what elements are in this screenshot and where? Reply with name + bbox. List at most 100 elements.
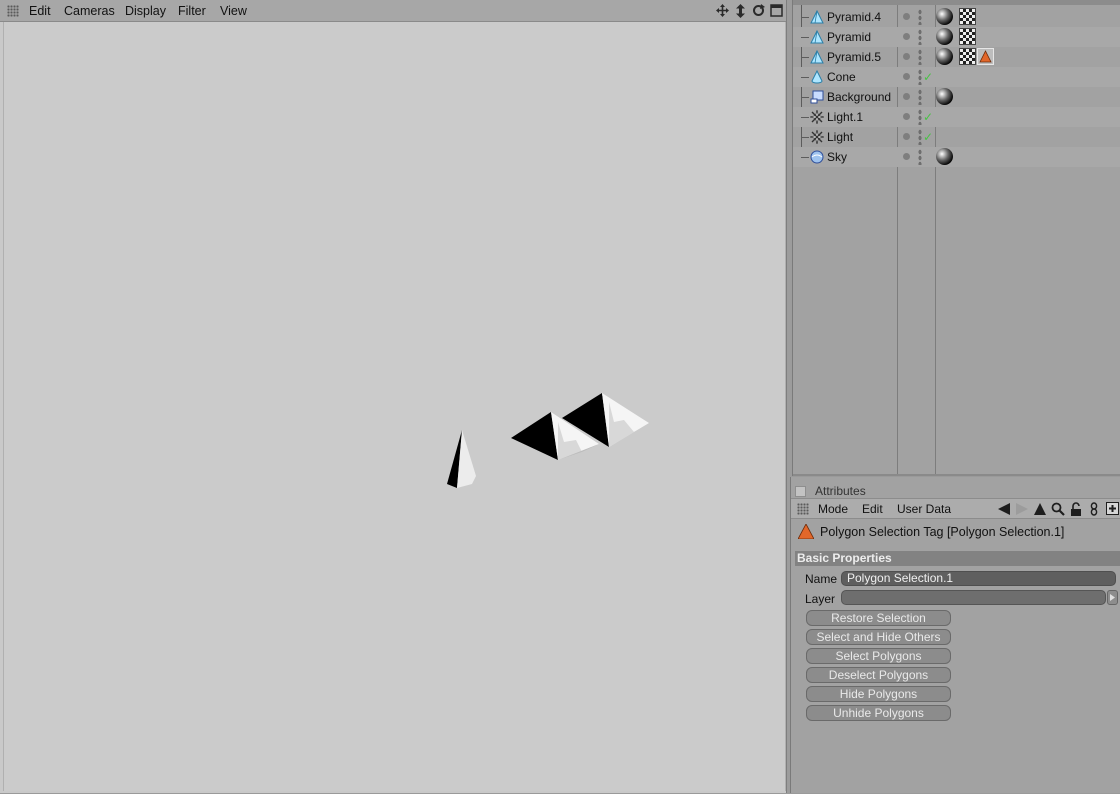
attributes-panel-checkbox[interactable] [795,486,806,497]
object-manager-header-strip [793,0,1120,5]
layer-field[interactable] [841,590,1106,605]
link-icon[interactable] [1087,501,1101,516]
viewport-canvas[interactable] [3,22,786,791]
tree-branch [801,17,809,18]
render-visibility-dots[interactable] [918,69,922,85]
material-tag-icon[interactable] [936,28,953,45]
unhide-polygons-button[interactable]: Unhide Polygons [806,705,951,721]
attributes-manager: Attributes Mode Edit User Data Polygon S… [790,477,1120,793]
attributes-title: Attributes [815,484,866,498]
object-row[interactable]: Light.1 ✓ [793,107,1120,127]
object-name[interactable]: Sky [827,150,847,164]
scene-render [447,393,649,488]
editor-visibility-dot[interactable] [903,153,910,160]
cone-icon[interactable] [810,69,824,84]
object-row[interactable]: Background [793,87,1120,107]
cone-object [447,430,476,488]
new-window-icon[interactable] [1105,501,1119,516]
name-field[interactable] [841,571,1116,586]
tree-branch [801,37,809,38]
select-and-hide-others-button[interactable]: Select and Hide Others [806,629,951,645]
material-tag-icon[interactable] [936,88,953,105]
name-label: Name [805,572,838,586]
editor-visibility-dot[interactable] [903,73,910,80]
object-name[interactable]: Light.1 [827,110,863,124]
sky-icon[interactable] [810,150,824,164]
menu-filter[interactable]: Filter [178,4,206,18]
move-icon[interactable] [715,3,730,18]
background-icon[interactable] [810,90,824,104]
tree-branch [801,77,809,78]
object-name[interactable]: Light [827,130,853,144]
render-visibility-dots[interactable] [918,89,922,105]
enabled-check-icon[interactable]: ✓ [923,110,933,124]
object-name[interactable]: Pyramid [827,30,871,44]
render-visibility-dots[interactable] [918,109,922,125]
viewport-panel: Edit Cameras Display Filter View [0,0,788,793]
texture-tag-icon[interactable] [959,8,976,25]
editor-visibility-dot[interactable] [903,93,910,100]
menu-user-data[interactable]: User Data [897,502,951,516]
material-tag-icon[interactable] [936,148,953,165]
panel-divider[interactable] [793,474,1120,476]
render-visibility-dots[interactable] [918,9,922,25]
menu-mode[interactable]: Mode [818,502,848,516]
restore-selection-button[interactable]: Restore Selection [806,610,951,626]
panel-grip-icon[interactable] [7,5,19,17]
object-row[interactable]: Light ✓ [793,127,1120,147]
menu-display[interactable]: Display [125,4,166,18]
pyramid-icon[interactable] [810,49,824,64]
up-arrow-icon[interactable] [1033,501,1047,516]
hide-polygons-button[interactable]: Hide Polygons [806,686,951,702]
menu-view[interactable]: View [220,4,247,18]
object-manager: Pyramid.4 Pyramid Pyramid.5 Cone ✓ Background… [792,0,1120,476]
object-row[interactable]: Cone ✓ [793,67,1120,87]
editor-visibility-dot[interactable] [903,33,910,40]
editor-visibility-dot[interactable] [903,113,910,120]
editor-visibility-dot[interactable] [903,133,910,140]
light-icon[interactable] [809,109,825,125]
render-visibility-dots[interactable] [918,149,922,165]
object-name[interactable]: Cone [827,70,856,84]
texture-tag-icon[interactable] [959,48,976,65]
tree-branch [801,97,809,98]
polygon-selection-tag-icon[interactable] [977,48,994,65]
menu-cameras[interactable]: Cameras [64,4,115,18]
object-name[interactable]: Pyramid.5 [827,50,881,64]
pyramid-icon[interactable] [810,9,824,24]
search-icon[interactable] [1051,501,1065,516]
deselect-polygons-button[interactable]: Deselect Polygons [806,667,951,683]
object-row[interactable]: Pyramid.4 [793,7,1120,27]
panel-grip-icon[interactable] [797,503,809,515]
pyramid-icon[interactable] [810,29,824,44]
rotate-icon[interactable] [751,3,766,18]
render-visibility-dots[interactable] [918,49,922,65]
material-tag-icon[interactable] [936,48,953,65]
tag-header-title: Polygon Selection Tag [Polygon Selection… [820,525,1065,539]
editor-visibility-dot[interactable] [903,53,910,60]
object-name[interactable]: Background [827,90,891,104]
viewport-tools [715,3,784,19]
lock-icon[interactable] [1069,501,1083,516]
layer-dropdown-arrow-icon[interactable] [1107,590,1118,605]
forward-arrow-icon[interactable] [1015,501,1029,516]
zoom-icon[interactable] [733,3,748,18]
maximize-icon[interactable] [769,3,784,18]
back-arrow-icon[interactable] [997,501,1011,516]
render-visibility-dots[interactable] [918,129,922,145]
section-basic-properties[interactable]: Basic Properties [795,551,1120,566]
material-tag-icon[interactable] [936,8,953,25]
object-row[interactable]: Pyramid [793,27,1120,47]
object-name[interactable]: Pyramid.4 [827,10,881,24]
enabled-check-icon[interactable]: ✓ [923,130,933,144]
menu-edit[interactable]: Edit [862,502,883,516]
enabled-check-icon[interactable]: ✓ [923,70,933,84]
object-row[interactable]: Sky [793,147,1120,167]
texture-tag-icon[interactable] [959,28,976,45]
select-polygons-button[interactable]: Select Polygons [806,648,951,664]
editor-visibility-dot[interactable] [903,13,910,20]
menu-edit[interactable]: Edit [29,4,51,18]
render-visibility-dots[interactable] [918,29,922,45]
object-row[interactable]: Pyramid.5 [793,47,1120,67]
light-icon[interactable] [809,129,825,145]
